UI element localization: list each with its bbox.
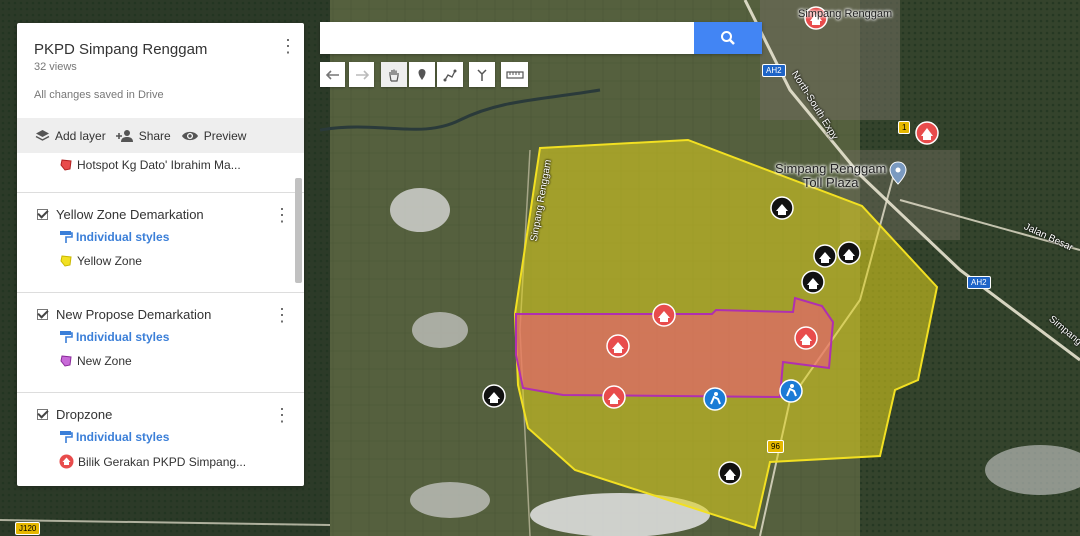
add-marker-tool[interactable]	[409, 62, 435, 87]
red-house-marker-2[interactable]	[606, 334, 630, 358]
polygon-feature-icon	[60, 159, 72, 171]
black-marker-4[interactable]	[801, 270, 825, 294]
feature-hotspot[interactable]: Hotspot Kg Dato' Ibrahim Ma...	[17, 153, 304, 182]
map-title[interactable]: PKPD Simpang Renggam	[34, 41, 287, 58]
view-count: 32 views	[34, 61, 77, 73]
layer-name[interactable]: Dropzone	[56, 407, 112, 422]
layer-new-propose: New Propose Demarkation ⋮ Individual sty…	[17, 293, 304, 393]
black-marker-2[interactable]	[813, 244, 837, 268]
layers-list: Hotspot Kg Dato' Ibrahim Ma... Yellow Zo…	[17, 153, 304, 486]
layer-name[interactable]: Yellow Zone Demarkation	[56, 207, 204, 222]
undo-button[interactable]	[320, 62, 345, 87]
layer-options-icon[interactable]: ⋮	[273, 406, 291, 424]
shield-route-96: 96	[767, 440, 784, 453]
directions-tool[interactable]	[469, 62, 495, 87]
feature-label: Hotspot Kg Dato' Ibrahim Ma...	[77, 158, 241, 172]
layer-options-icon[interactable]: ⋮	[273, 306, 291, 324]
shield-ah2-a: AH2	[762, 64, 786, 77]
styles-label: Individual styles	[76, 430, 170, 444]
layers-icon	[35, 130, 50, 141]
shield-j120: J120	[15, 522, 41, 535]
shield-route-1: 1	[898, 121, 911, 134]
styles-label: Individual styles	[76, 330, 170, 344]
layer-styles-button[interactable]: Individual styles	[17, 222, 304, 244]
search-box	[320, 22, 762, 54]
red-house-marker-6[interactable]	[915, 121, 939, 145]
layer-yellow-zone: Yellow Zone Demarkation ⋮ Individual sty…	[17, 193, 304, 293]
layer-name[interactable]: New Propose Demarkation	[56, 307, 211, 322]
share-icon	[115, 130, 133, 142]
black-marker-5[interactable]	[482, 384, 506, 408]
share-label: Share	[138, 128, 171, 143]
ruler-icon	[505, 70, 524, 79]
layer-visibility-checkbox[interactable]	[37, 309, 48, 320]
layer-dropzone: Dropzone ⋮ Individual styles Bilik Gerak…	[17, 393, 304, 486]
eye-icon	[181, 131, 198, 140]
layer-visibility-checkbox[interactable]	[37, 209, 48, 220]
paint-roller-icon	[60, 231, 73, 243]
black-marker-3[interactable]	[837, 241, 861, 265]
share-button[interactable]: Share	[115, 128, 171, 143]
preview-button[interactable]: Preview	[181, 128, 247, 143]
black-marker-1[interactable]	[770, 196, 794, 220]
feature-yellow-zone[interactable]: Yellow Zone	[17, 244, 304, 278]
undo-icon	[325, 69, 339, 80]
place-label-toll-plaza: Simpang Renggam Toll Plaza	[775, 161, 887, 190]
red-house-marker-icon	[59, 454, 74, 469]
blue-marker-1[interactable]	[703, 387, 727, 411]
save-status: All changes saved in Drive	[34, 89, 164, 101]
map-panel: PKPD Simpang Renggam 32 views All change…	[17, 23, 304, 486]
polygon-feature-icon	[60, 355, 72, 367]
red-house-marker-1[interactable]	[652, 303, 676, 327]
layers-scrollbar[interactable]	[295, 178, 302, 283]
black-marker-6[interactable]	[718, 461, 742, 485]
paint-roller-icon	[60, 431, 73, 443]
search-icon	[721, 31, 735, 45]
layer-styles-button[interactable]: Individual styles	[17, 422, 304, 444]
map-options-icon[interactable]: ⋮	[279, 37, 297, 55]
search-button[interactable]	[694, 22, 762, 54]
polygon-feature-icon	[60, 255, 72, 267]
map-actions-bar: Add layer Share Preview	[17, 118, 304, 153]
paint-roller-icon	[60, 331, 73, 343]
measure-tool[interactable]	[501, 62, 528, 87]
preview-label: Preview	[203, 128, 247, 143]
route-icon	[477, 68, 487, 81]
layer-hotspot-partial: Hotspot Kg Dato' Ibrahim Ma...	[17, 153, 304, 193]
layer-styles-button[interactable]: Individual styles	[17, 322, 304, 344]
layer-options-icon[interactable]: ⋮	[273, 206, 291, 224]
red-house-marker-3[interactable]	[602, 385, 626, 409]
feature-label: New Zone	[77, 354, 132, 368]
search-input[interactable]	[320, 22, 694, 54]
feature-bilik-gerakan[interactable]: Bilik Gerakan PKPD Simpang...	[17, 444, 304, 479]
add-layer-button[interactable]: Add layer	[35, 129, 106, 143]
select-hand-tool[interactable]	[381, 62, 407, 87]
marker-icon	[418, 68, 426, 80]
draw-line-icon	[443, 69, 457, 81]
map-header: PKPD Simpang Renggam 32 views All change…	[17, 23, 304, 118]
feature-label: Yellow Zone	[77, 254, 142, 268]
feature-new-zone[interactable]: New Zone	[17, 344, 304, 378]
feature-label: Bilik Gerakan PKPD Simpang...	[78, 454, 247, 469]
layer-visibility-checkbox[interactable]	[37, 409, 48, 420]
place-label-town: Simpang Renggam	[798, 8, 893, 20]
redo-icon	[355, 69, 369, 80]
redo-button[interactable]	[349, 62, 374, 87]
hand-icon	[389, 69, 399, 82]
styles-label: Individual styles	[76, 230, 170, 244]
blue-marker-2[interactable]	[779, 379, 803, 403]
add-layer-label: Add layer	[55, 128, 106, 143]
red-house-marker-4[interactable]	[794, 326, 818, 350]
draw-line-tool[interactable]	[437, 62, 463, 87]
shield-ah2-b: AH2	[967, 276, 991, 289]
